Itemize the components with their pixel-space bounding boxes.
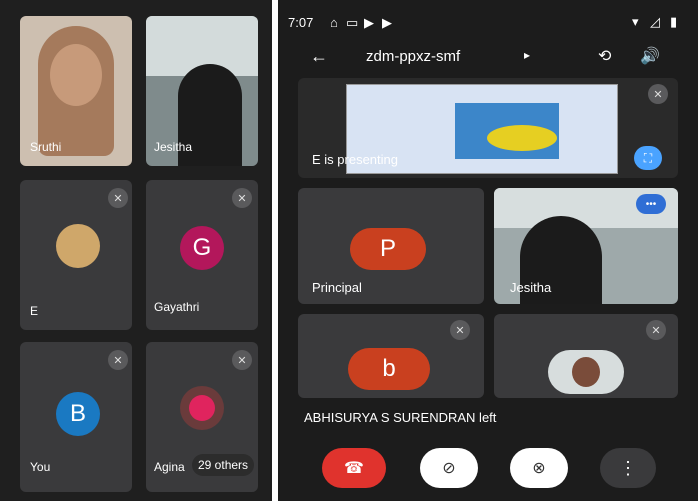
participant-name: Jesitha [510,280,552,295]
chevron-right-icon[interactable]: ▸ [524,48,530,62]
mic-off-icon: ✕ [648,84,668,104]
speaking-indicator-icon: ••• [636,194,666,214]
participant-tile[interactable]: ✕ [494,314,678,398]
rose-photo [189,395,215,421]
cast-icon: ⌂ [330,15,338,30]
participant-tile[interactable]: ✕ b [298,314,484,398]
end-call-button[interactable]: ☎ [322,448,386,488]
camera-switch-icon[interactable]: ⟲ [598,46,611,66]
arrow-left-icon[interactable]: ← [310,46,328,67]
mic-off-button[interactable]: ⊗ [510,448,568,488]
camera-off-button[interactable]: ⊘ [420,448,478,488]
avatar [548,350,624,394]
participant-tile[interactable]: ✕ Agina 29 others [146,342,258,492]
signal-icon: ◿ [650,14,660,29]
participant-tile[interactable]: P Principal [298,188,484,304]
participant-name: Gayathri [154,300,200,314]
participant-tile[interactable]: ✕ E [20,180,132,330]
youtube-icon: ▶ [382,15,392,30]
participant-tile[interactable]: ••• Jesitha [494,188,678,304]
participant-tile[interactable]: Jesitha [146,16,258,166]
participant-face [572,357,600,387]
meeting-main-panel: 7:07 ⌂ ▭ ▶ ▶ ▾ ◿ ▮ ← zdm-ppxz-smf ▸ ⟲ 🔊 … [278,0,698,501]
status-bar: 7:07 ⌂ ▭ ▶ ▶ ▾ ◿ ▮ [278,0,698,44]
participant-name: Jesitha [154,140,193,154]
others-count: 29 others [192,454,255,476]
speaker-icon[interactable]: 🔊 [640,46,660,66]
avatar: P [350,228,426,270]
message-icon: ▭ [346,15,359,30]
slide-oval [487,125,557,151]
left-participant-grid: Sruthi Jesitha ✕ E ✕ G Gayathri ✕ B You … [0,0,272,501]
left-notification: ABHISURYA S SURENDRAN left [304,410,497,425]
avatar [180,386,224,430]
more-vert-button[interactable]: ⋮ [600,448,656,488]
battery-icon: ▮ [670,14,678,29]
youtube-icon: ▶ [364,15,374,30]
mic-off-icon: ✕ [646,320,666,340]
participant-tile[interactable]: ✕ B You [20,342,132,492]
status-time: 7:07 [288,15,314,30]
avatar: b [348,348,430,390]
top-bar: ← zdm-ppxz-smf ▸ ⟲ 🔊 [278,40,698,76]
participant-name: Agina [154,460,185,474]
mic-off-icon: ✕ [232,350,252,370]
mic-off-icon: ✕ [108,350,128,370]
fullscreen-icon[interactable]: ⛶ [634,146,662,170]
avatar: G [180,226,224,270]
presenting-label: E is presenting [312,152,398,167]
presentation-tile[interactable]: E is presenting ✕ ⛶ [298,78,678,178]
avatar [56,224,100,268]
mic-off-icon: ✕ [450,320,470,340]
wifi-icon: ▾ [632,14,639,29]
participant-name: Principal [312,280,362,295]
participant-face [50,44,102,106]
mic-off-icon: ✕ [232,188,252,208]
participant-tile[interactable]: Sruthi [20,16,132,166]
mic-off-icon: ✕ [108,188,128,208]
participant-tile[interactable]: ✕ G Gayathri [146,180,258,330]
avatar: B [56,392,100,436]
participant-name: E [30,304,39,318]
participant-name: Sruthi [30,140,62,154]
meeting-code[interactable]: zdm-ppxz-smf [366,48,460,65]
participant-name: You [30,460,51,474]
